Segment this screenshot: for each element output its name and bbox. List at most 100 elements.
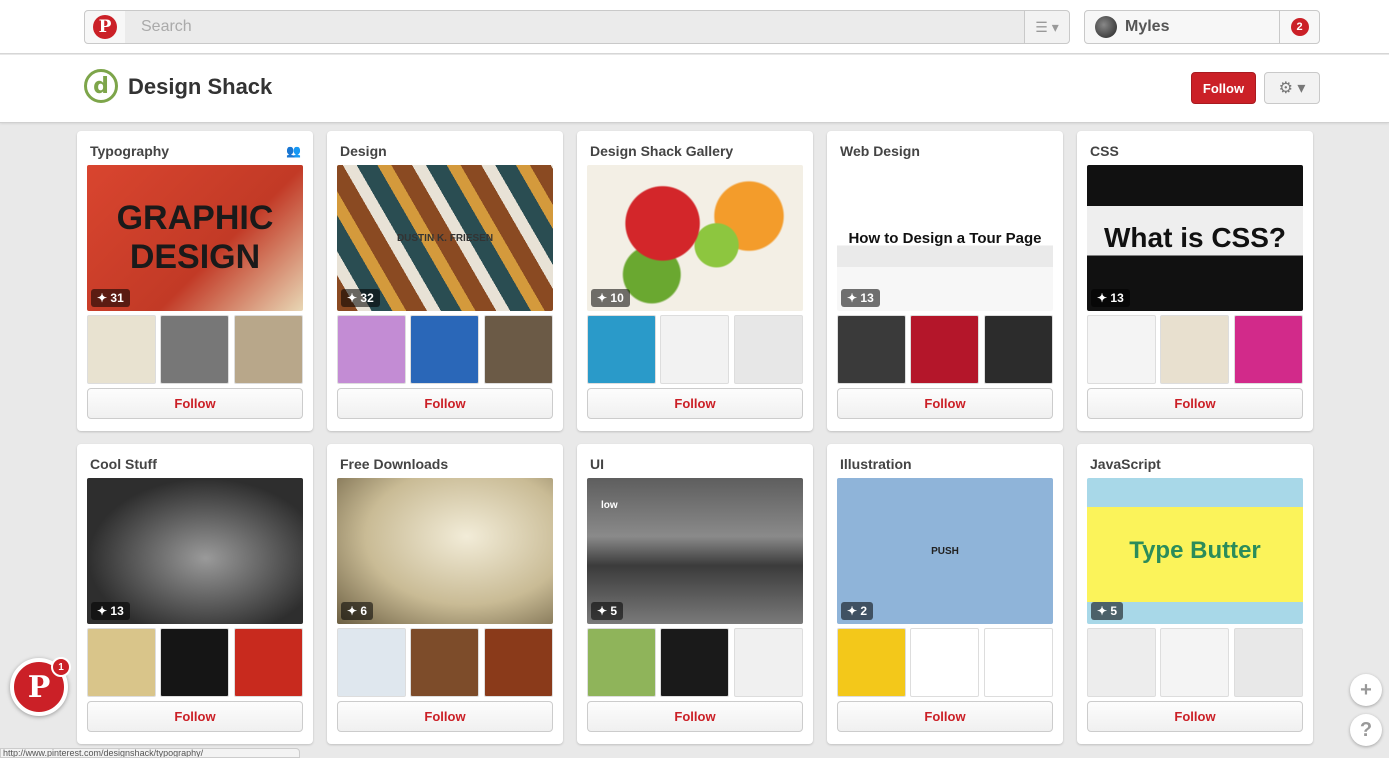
pin-count: 2 <box>860 604 868 618</box>
pinterest-home-button[interactable]: P <box>84 10 126 44</box>
board-title[interactable]: Illustration <box>840 456 912 472</box>
board-title[interactable]: CSS <box>1090 143 1119 159</box>
board-title[interactable]: JavaScript <box>1090 456 1161 472</box>
board-thumbnail[interactable] <box>837 628 906 697</box>
top-bar: P Search ☰ ▾ Myles 2 <box>0 0 1389 54</box>
board-thumbnail[interactable] <box>660 315 729 384</box>
profile-avatar[interactable]: d <box>84 69 118 103</box>
board-thumbnail[interactable] <box>660 628 729 697</box>
board-cover-image[interactable]: PUSH ✦ 2 <box>837 478 1053 624</box>
board-thumbnail[interactable] <box>734 315 803 384</box>
board-title[interactable]: Web Design <box>840 143 920 159</box>
pin-count: 13 <box>110 604 124 618</box>
board-cover-image[interactable]: low ✦ 5 <box>587 478 803 624</box>
board-thumbnail[interactable] <box>410 628 479 697</box>
pin-icon: ✦ <box>847 604 861 618</box>
board-thumbnail[interactable] <box>160 628 229 697</box>
board-cover-image[interactable]: Type Butter ✦ 5 <box>1087 478 1303 624</box>
board-thumbnail[interactable] <box>234 315 303 384</box>
board-thumbnail[interactable] <box>587 315 656 384</box>
settings-button[interactable]: ⚙ ▾ <box>1264 72 1320 104</box>
board-thumbnail[interactable] <box>1234 628 1303 697</box>
board-thumbnail[interactable] <box>1234 315 1303 384</box>
follow-all-button[interactable]: Follow <box>1191 72 1256 104</box>
search-input[interactable]: Search <box>125 10 1025 44</box>
board-thumbnail[interactable] <box>87 315 156 384</box>
board-card[interactable]: JavaScript Type Butter ✦ 5 Follow <box>1077 444 1313 744</box>
pin-icon: ✦ <box>847 291 861 305</box>
board-thumbnail[interactable] <box>484 315 553 384</box>
board-thumbnail[interactable] <box>837 315 906 384</box>
board-follow-button[interactable]: Follow <box>587 701 803 732</box>
board-follow-button[interactable]: Follow <box>837 701 1053 732</box>
board-thumbnail[interactable] <box>337 628 406 697</box>
board-card[interactable]: Web Design How to Design a Tour Page ✦ 13 F… <box>827 131 1063 431</box>
board-follow-button[interactable]: Follow <box>587 388 803 419</box>
menu-button[interactable]: ☰ ▾ <box>1024 10 1070 44</box>
board-thumbnail[interactable] <box>337 315 406 384</box>
board-card[interactable]: Design DUSTIN K. FRIESEN ✦ 32 Follow <box>327 131 563 431</box>
board-cover-image[interactable]: GRAPHIC DESIGN ✦ 31 <box>87 165 303 311</box>
board-follow-button[interactable]: Follow <box>87 388 303 419</box>
board-title[interactable]: Design Shack Gallery <box>590 143 733 159</box>
board-follow-button[interactable]: Follow <box>1087 701 1303 732</box>
add-pin-button[interactable]: + <box>1350 674 1382 706</box>
board-card[interactable]: Design Shack Gallery ✦ 10 Follow <box>577 131 813 431</box>
board-thumbnail[interactable] <box>1160 315 1229 384</box>
board-thumbnail[interactable] <box>1087 315 1156 384</box>
board-cover-image[interactable]: What is CSS? ✦ 13 <box>1087 165 1303 311</box>
pin-icon: ✦ <box>1097 291 1111 305</box>
board-follow-button[interactable]: Follow <box>337 701 553 732</box>
board-cover-image[interactable]: DUSTIN K. FRIESEN ✦ 32 <box>337 165 553 311</box>
pin-icon: ✦ <box>597 291 611 305</box>
board-title[interactable]: Design <box>340 143 387 159</box>
board-thumbnail[interactable] <box>910 628 979 697</box>
board-cover-image[interactable]: ✦ 6 <box>337 478 553 624</box>
pin-icon: ✦ <box>347 291 361 305</box>
board-cover-image[interactable]: ✦ 13 <box>87 478 303 624</box>
board-thumbnail[interactable] <box>910 315 979 384</box>
board-thumbnail[interactable] <box>734 628 803 697</box>
board-thumbnail[interactable] <box>587 628 656 697</box>
pin-count: 6 <box>360 604 368 618</box>
board-card[interactable]: Cool Stuff ✦ 13 Follow <box>77 444 313 744</box>
board-thumbnail[interactable] <box>984 315 1053 384</box>
notifications-button[interactable]: 2 <box>1279 10 1320 44</box>
pin-it-badge: 1 <box>51 657 71 677</box>
user-profile-button[interactable]: Myles <box>1084 10 1280 44</box>
status-url: http://www.pinterest.com/designshack/typ… <box>0 748 300 758</box>
pin-count-badge: ✦ 13 <box>91 602 130 620</box>
pin-icon: ✦ <box>97 291 111 305</box>
board-thumbnail[interactable] <box>1087 628 1156 697</box>
board-card[interactable]: Free Downloads ✦ 6 Follow <box>327 444 563 744</box>
board-thumbnail[interactable] <box>984 628 1053 697</box>
board-thumbnail[interactable] <box>1160 628 1229 697</box>
pin-count: 31 <box>110 291 124 305</box>
board-title[interactable]: Cool Stuff <box>90 456 157 472</box>
pin-count: 5 <box>1110 604 1118 618</box>
pin-count-badge: ✦ 5 <box>1091 602 1124 620</box>
board-follow-button[interactable]: Follow <box>337 388 553 419</box>
board-follow-button[interactable]: Follow <box>837 388 1053 419</box>
board-card[interactable]: UI low ✦ 5 Follow <box>577 444 813 744</box>
board-follow-button[interactable]: Follow <box>1087 388 1303 419</box>
pin-count: 5 <box>610 604 618 618</box>
board-title[interactable]: UI <box>590 456 604 472</box>
pin-count-badge: ✦ 13 <box>1091 289 1130 307</box>
pin-count-badge: ✦ 31 <box>91 289 130 307</box>
board-follow-button[interactable]: Follow <box>87 701 303 732</box>
board-thumbnail[interactable] <box>234 628 303 697</box>
board-card[interactable]: Typography 👥 GRAPHIC DESIGN ✦ 31 Follow <box>77 131 313 431</box>
board-cover-image[interactable]: ✦ 10 <box>587 165 803 311</box>
board-title[interactable]: Typography <box>90 143 169 159</box>
pin-icon: ✦ <box>1097 604 1111 618</box>
board-card[interactable]: Illustration PUSH ✦ 2 Follow <box>827 444 1063 744</box>
board-card[interactable]: CSS What is CSS? ✦ 13 Follow <box>1077 131 1313 431</box>
board-title[interactable]: Free Downloads <box>340 456 448 472</box>
board-cover-image[interactable]: How to Design a Tour Page ✦ 13 <box>837 165 1053 311</box>
board-thumbnail[interactable] <box>484 628 553 697</box>
board-thumbnail[interactable] <box>87 628 156 697</box>
board-thumbnail[interactable] <box>410 315 479 384</box>
board-thumbnail[interactable] <box>160 315 229 384</box>
help-button[interactable]: ? <box>1350 714 1382 746</box>
